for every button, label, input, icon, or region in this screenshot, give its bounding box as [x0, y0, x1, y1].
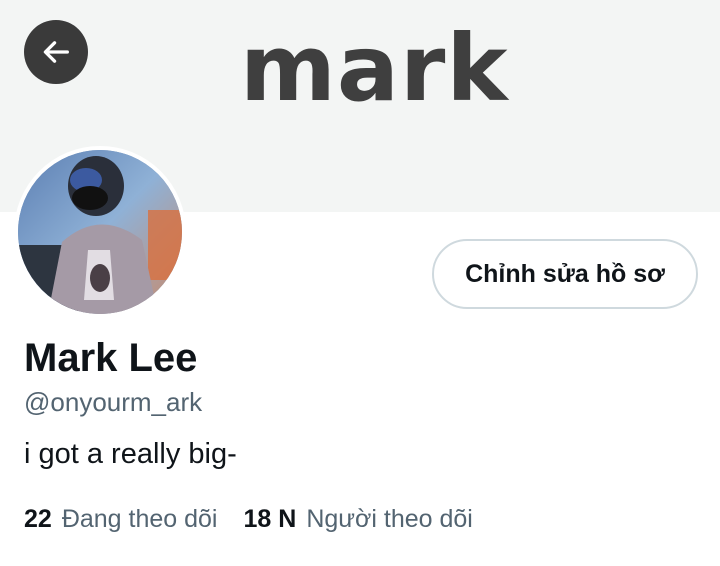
followers-label: Người theo dõi [306, 505, 473, 533]
following-count: 22 [24, 505, 52, 533]
username-handle: @onyourm_ark [24, 387, 203, 417]
follow-stats: 22 Đang theo dõi 18 N Người theo dõi [24, 502, 473, 536]
edit-profile-button[interactable]: Chỉnh sửa hồ sơ [432, 239, 698, 309]
following-link[interactable]: 22 Đang theo dõi [24, 502, 218, 536]
banner-text: mark [240, 15, 509, 122]
display-name: Mark Lee [24, 336, 198, 380]
avatar[interactable] [18, 150, 182, 314]
arrow-left-icon [43, 41, 69, 63]
bio: i got a really big- [24, 438, 237, 470]
back-button[interactable] [24, 20, 88, 84]
followers-link[interactable]: 18 N Người theo dõi [244, 502, 473, 536]
following-label: Đang theo dõi [61, 505, 218, 533]
followers-count: 18 N [243, 505, 297, 533]
avatar-photo [18, 150, 182, 314]
